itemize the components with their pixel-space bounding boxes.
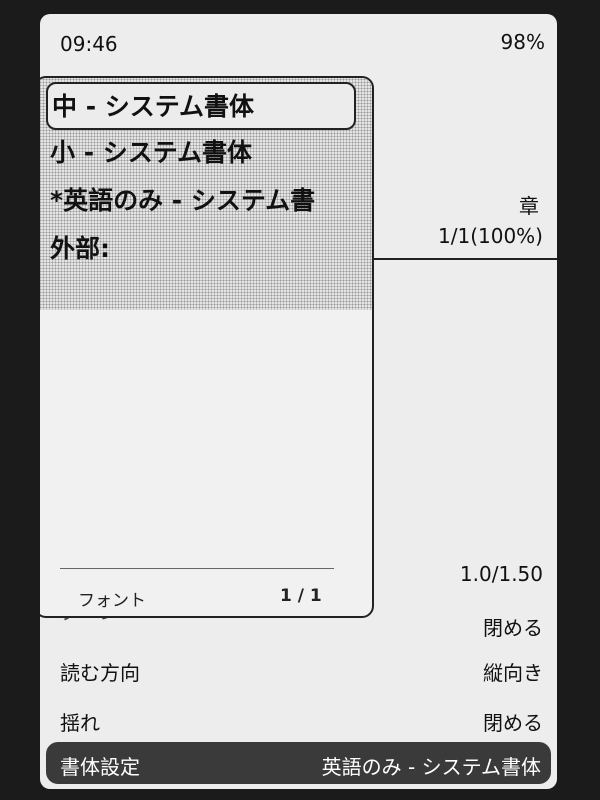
setting-row-shake[interactable]: 揺れ 閉める	[40, 699, 557, 739]
setting-label: 揺れ	[60, 711, 100, 735]
setting-label: 読む方向	[60, 661, 140, 685]
setting-label: 書体設定	[60, 755, 140, 779]
setting-row-font-selected[interactable]: 書体設定 英語のみ - システム書体	[46, 742, 551, 784]
battery-level: 98%	[500, 30, 545, 54]
setting-row-reading-direction[interactable]: 読む方向 縦向き	[40, 649, 557, 689]
font-option-external[interactable]: 外部:	[46, 226, 356, 272]
setting-value: 縦向き	[483, 661, 543, 685]
setting-value: 閉める	[483, 616, 543, 640]
reading-progress: 1/1(100%)	[438, 224, 543, 248]
status-clock: 09:46	[60, 32, 118, 56]
font-option-label: *英語のみ - システム書	[50, 186, 316, 215]
font-option-small[interactable]: 小 - システム書体	[46, 130, 356, 176]
font-option-label: 中 - システム書体	[52, 92, 255, 121]
font-option-english-only[interactable]: *英語のみ - システム書	[46, 178, 356, 224]
chapter-label: 章	[519, 194, 539, 218]
font-select-popup: 中 - システム書体 小 - システム書体 *英語のみ - システム書 外部: …	[40, 76, 374, 618]
popup-divider	[60, 568, 334, 569]
progress-divider	[370, 258, 557, 260]
font-option-label: 外部:	[50, 234, 110, 263]
font-option-medium-selected[interactable]: 中 - システム書体	[46, 82, 356, 130]
ratio-value: 1.0/1.50	[459, 562, 543, 586]
popup-title: フォント	[78, 591, 146, 611]
reader-screen: 09:46 98% 章 1/1(100%) 1.0/1.50 ターン 閉める 読…	[40, 14, 557, 789]
font-option-label: 小 - システム書体	[50, 138, 253, 167]
popup-page-indicator: 1 / 1	[280, 586, 322, 606]
setting-value: 英語のみ - システム書体	[321, 755, 541, 779]
setting-value: 閉める	[483, 711, 543, 735]
